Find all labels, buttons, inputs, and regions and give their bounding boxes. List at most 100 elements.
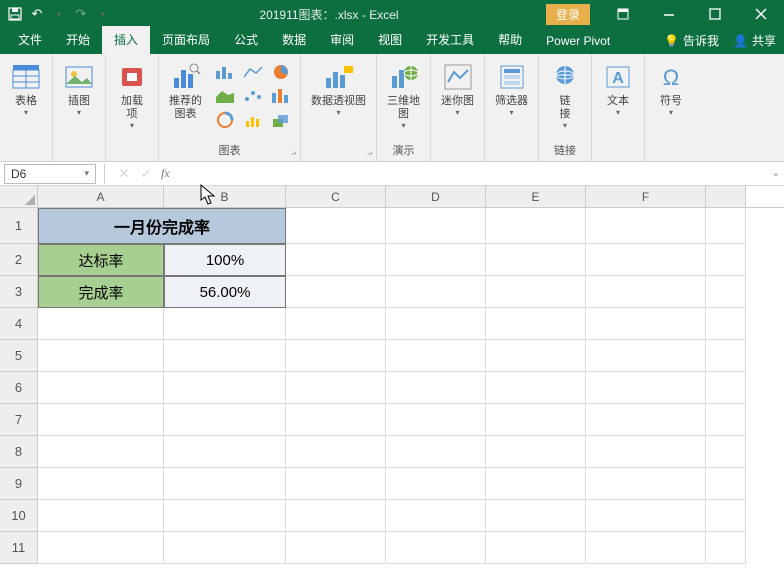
cell[interactable] — [586, 276, 706, 308]
tell-me[interactable]: 💡告诉我 — [664, 32, 719, 49]
row-header[interactable]: 5 — [0, 340, 38, 372]
link-button[interactable]: 链 接▾ — [545, 57, 585, 130]
row-header[interactable]: 9 — [0, 468, 38, 500]
undo-icon[interactable]: ↶ — [28, 5, 46, 23]
cell[interactable] — [286, 436, 386, 468]
cell[interactable] — [38, 372, 164, 404]
maximize-icon[interactable] — [692, 0, 738, 28]
cell[interactable] — [486, 436, 586, 468]
cell[interactable] — [286, 208, 386, 244]
tab-review[interactable]: 审阅 — [318, 26, 366, 54]
tab-data[interactable]: 数据 — [270, 26, 318, 54]
row-header[interactable]: 11 — [0, 532, 38, 564]
cell[interactable] — [164, 404, 286, 436]
cell[interactable] — [486, 468, 586, 500]
cell[interactable] — [586, 436, 706, 468]
tab-help[interactable]: 帮助 — [486, 26, 534, 54]
row-header[interactable]: 10 — [0, 500, 38, 532]
tables-button[interactable]: 表格▾ — [6, 57, 46, 117]
cell[interactable] — [386, 532, 486, 564]
cell[interactable] — [706, 436, 746, 468]
bar-chart-icon[interactable] — [212, 61, 238, 83]
pie-chart-icon[interactable] — [268, 61, 294, 83]
formula-input[interactable] — [170, 164, 784, 184]
col-header-blank[interactable] — [706, 186, 746, 207]
cell[interactable] — [386, 276, 486, 308]
row-header[interactable]: 8 — [0, 436, 38, 468]
cell[interactable] — [706, 244, 746, 276]
qat-customize-icon[interactable]: ▾ — [94, 5, 112, 23]
close-icon[interactable] — [738, 0, 784, 28]
tab-home[interactable]: 开始 — [54, 26, 102, 54]
tab-dev[interactable]: 开发工具 — [414, 26, 486, 54]
select-all-corner[interactable] — [0, 186, 38, 207]
cell[interactable] — [286, 244, 386, 276]
pivot-chart-button[interactable]: 数据透视图▾ — [307, 57, 370, 117]
recommended-charts-button[interactable]: 推荐的 图表 — [165, 57, 206, 121]
row-header[interactable]: 3 — [0, 276, 38, 308]
cell[interactable] — [386, 436, 486, 468]
cell[interactable] — [586, 340, 706, 372]
tab-file[interactable]: 文件 — [6, 26, 54, 54]
addins-button[interactable]: 加载 项▾ — [112, 57, 152, 130]
row-header[interactable]: 6 — [0, 372, 38, 404]
cell[interactable] — [286, 276, 386, 308]
symbols-button[interactable]: Ω符号▾ — [651, 57, 691, 117]
row-header[interactable]: 7 — [0, 404, 38, 436]
cell[interactable] — [386, 308, 486, 340]
cell[interactable] — [706, 468, 746, 500]
cell[interactable] — [486, 276, 586, 308]
cell-A2[interactable]: 达标率 — [38, 244, 164, 276]
cell[interactable] — [586, 500, 706, 532]
cell[interactable] — [706, 372, 746, 404]
cell[interactable] — [386, 340, 486, 372]
cell[interactable] — [286, 500, 386, 532]
cell[interactable] — [164, 436, 286, 468]
tab-powerpivot[interactable]: Power Pivot — [534, 29, 622, 54]
sparklines-button[interactable]: 迷你图▾ — [437, 57, 478, 117]
cell[interactable] — [286, 372, 386, 404]
cell[interactable] — [706, 340, 746, 372]
cell[interactable] — [706, 500, 746, 532]
cell[interactable] — [386, 404, 486, 436]
cell[interactable] — [164, 500, 286, 532]
cell[interactable] — [586, 468, 706, 500]
cell-B3[interactable]: 56.00% — [164, 276, 286, 308]
cell[interactable] — [706, 276, 746, 308]
row-header[interactable]: 2 — [0, 244, 38, 276]
cell[interactable] — [486, 500, 586, 532]
cell[interactable] — [386, 244, 486, 276]
scatter-chart-icon[interactable] — [240, 85, 266, 107]
cell[interactable] — [286, 308, 386, 340]
cell[interactable] — [486, 404, 586, 436]
col-header-A[interactable]: A — [38, 186, 164, 207]
col-header-E[interactable]: E — [486, 186, 586, 207]
cell[interactable] — [486, 340, 586, 372]
cell[interactable] — [164, 308, 286, 340]
3d-map-button[interactable]: 三维地 图▾ — [383, 57, 424, 130]
radar-chart-icon[interactable] — [240, 109, 266, 131]
col-header-B[interactable]: B — [164, 186, 286, 207]
row-header[interactable]: 4 — [0, 308, 38, 340]
cell[interactable] — [386, 468, 486, 500]
cell-B2[interactable]: 100% — [164, 244, 286, 276]
login-button[interactable]: 登录 — [546, 4, 590, 25]
cell[interactable] — [164, 340, 286, 372]
col-header-C[interactable]: C — [286, 186, 386, 207]
line-chart-icon[interactable] — [240, 61, 266, 83]
cell[interactable] — [586, 532, 706, 564]
tab-layout[interactable]: 页面布局 — [150, 26, 222, 54]
area-chart-icon[interactable] — [212, 85, 238, 107]
chevron-down-icon[interactable]: ▾ — [84, 168, 89, 179]
tab-insert[interactable]: 插入 — [102, 26, 150, 54]
expand-formula-icon[interactable]: ⌄ — [772, 168, 780, 179]
cell[interactable] — [164, 468, 286, 500]
undo-more-icon[interactable]: ▾ — [50, 5, 68, 23]
cell[interactable] — [586, 404, 706, 436]
tab-view[interactable]: 视图 — [366, 26, 414, 54]
ribbon-display-icon[interactable] — [600, 0, 646, 28]
cell[interactable] — [486, 208, 586, 244]
cell[interactable] — [706, 532, 746, 564]
cell[interactable] — [386, 372, 486, 404]
cell[interactable] — [38, 404, 164, 436]
